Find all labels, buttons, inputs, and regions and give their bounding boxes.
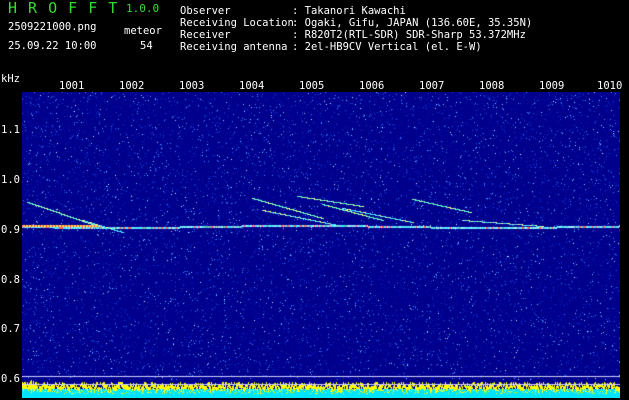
observer-key: Observer [180, 5, 231, 17]
location-value: : Ogaki, Gifu, JAPAN (136.60E, 35.35N) [292, 17, 533, 29]
y-tick-0-7: 0.7 [1, 323, 20, 335]
x-tick-1010: 1010 [597, 80, 623, 92]
x-tick-1005: 1005 [299, 80, 325, 92]
observer-value: : Takanori Kawachi [292, 5, 406, 17]
x-tick-1004: 1004 [239, 80, 265, 92]
y-tick-1-0: 1.0 [1, 174, 20, 186]
y-tick-0-6: 0.6 [1, 373, 20, 385]
receiver-value: : R820T2(RTL-SDR) SDR-Sharp 53.372MHz [292, 29, 526, 41]
y-tick-0-8: 0.8 [1, 274, 20, 286]
location-key: Receiving Location [180, 17, 294, 29]
header-panel: H R O F F T 1.0.0 2509221000.png meteor … [0, 0, 629, 78]
file-datetime: 25.09.22 10:00 [8, 40, 97, 52]
x-tick-1001: 1001 [59, 80, 85, 92]
x-tick-1008: 1008 [479, 80, 505, 92]
x-tick-1007: 1007 [419, 80, 445, 92]
x-tick-1003: 1003 [179, 80, 205, 92]
file-name: 2509221000.png [8, 21, 97, 33]
x-tick-1006: 1006 [359, 80, 385, 92]
antenna-value: : 2el-HB9CV Vertical (el. E-W) [292, 41, 482, 53]
meteor-count: 54 [140, 40, 153, 52]
y-tick-1-1: 1.1 [1, 124, 20, 136]
receiver-key: Receiver [180, 29, 231, 41]
y-tick-0-9: 0.9 [1, 224, 20, 236]
x-tick-1009: 1009 [539, 80, 565, 92]
app-title: H R O F F T [8, 0, 119, 17]
app-version: 1.0.0 [126, 2, 160, 15]
meteor-label: meteor [124, 25, 162, 37]
y-axis-unit: kHz [1, 73, 20, 85]
x-tick-1002: 1002 [119, 80, 145, 92]
antenna-key: Receiving antenna [180, 41, 288, 53]
spectrogram [22, 92, 620, 398]
